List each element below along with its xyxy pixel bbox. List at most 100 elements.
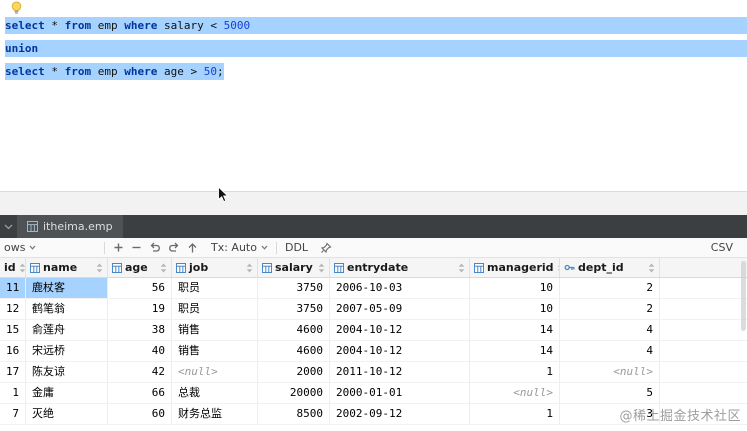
cell-age[interactable]: 40	[108, 341, 172, 361]
cell-dept_id[interactable]: 2	[560, 278, 660, 298]
column-header-name[interactable]: name	[26, 258, 108, 277]
submit-button[interactable]	[187, 242, 198, 254]
vertical-scrollbar[interactable]	[741, 261, 746, 331]
redo-button[interactable]	[168, 242, 180, 254]
sort-icon[interactable]	[318, 263, 325, 273]
cell-dept_id[interactable]: 4	[560, 341, 660, 361]
cell-entrydate[interactable]: 2000-01-01	[330, 383, 470, 403]
csv-label: CSV	[710, 241, 733, 254]
caret-down-icon	[29, 245, 36, 250]
column-label: dept_id	[578, 261, 624, 274]
column-label: managerid	[487, 261, 554, 274]
cell-entrydate[interactable]: 2004-10-12	[330, 341, 470, 361]
revert-button[interactable]	[149, 242, 161, 254]
cell-name[interactable]: 俞莲舟	[26, 320, 108, 340]
lightbulb-icon[interactable]	[10, 1, 23, 15]
sort-icon[interactable]	[458, 263, 465, 273]
cell-entrydate[interactable]: 2006-10-03	[330, 278, 470, 298]
page-size-dropdown[interactable]: ows	[4, 241, 96, 254]
watermark: @稀土掘金技术社区	[619, 409, 741, 424]
column-header-managerid[interactable]: managerid	[470, 258, 560, 277]
cell-age[interactable]: 66	[108, 383, 172, 403]
sort-icon[interactable]	[648, 263, 655, 273]
grid-header: id name age job salary entrydate managerid dept…	[0, 258, 747, 278]
cell-dept_id[interactable]: <null>	[560, 362, 660, 382]
cell-age[interactable]: 42	[108, 362, 172, 382]
cell-age[interactable]: 60	[108, 404, 172, 424]
cell-salary[interactable]: 4600	[258, 341, 330, 361]
cell-id[interactable]: 15	[0, 320, 26, 340]
column-header-age[interactable]: age	[108, 258, 172, 277]
cell-name[interactable]: 灭绝	[26, 404, 108, 424]
column-header-entrydate[interactable]: entrydate	[330, 258, 470, 277]
cell-name[interactable]: 鹿杖客	[26, 278, 108, 298]
cell-name[interactable]: 鹤笔翁	[26, 299, 108, 319]
cell-entrydate[interactable]: 2011-10-12	[330, 362, 470, 382]
cell-job[interactable]: 财务总监	[172, 404, 258, 424]
cell-job[interactable]: <null>	[172, 362, 258, 382]
cell-job[interactable]: 职员	[172, 299, 258, 319]
delete-row-button[interactable]	[131, 242, 142, 253]
cell-name[interactable]: 宋远桥	[26, 341, 108, 361]
sort-icon[interactable]	[19, 263, 25, 273]
cell-salary[interactable]: 20000	[258, 383, 330, 403]
cell-dept_id[interactable]: 5	[560, 383, 660, 403]
cell-salary[interactable]: 8500	[258, 404, 330, 424]
cell-name[interactable]: 陈友谅	[26, 362, 108, 382]
column-header-id[interactable]: id	[0, 258, 26, 277]
tab-result-itheima-emp[interactable]: itheima.emp	[17, 215, 123, 238]
cell-name[interactable]: 金庸	[26, 383, 108, 403]
editor-splitter[interactable]	[0, 191, 747, 215]
cell-salary[interactable]: 2000	[258, 362, 330, 382]
cell-managerid[interactable]: 14	[470, 341, 560, 361]
cell-managerid[interactable]: 1	[470, 404, 560, 424]
cell-job[interactable]: 总裁	[172, 383, 258, 403]
sort-icon[interactable]	[246, 263, 253, 273]
cell-entrydate[interactable]: 2004-10-12	[330, 320, 470, 340]
table-row: 16 宋远桥 40 销售 4600 2004-10-12 14 4	[0, 341, 747, 362]
cell-managerid[interactable]: 10	[470, 299, 560, 319]
ddl-button[interactable]: DDL	[285, 241, 308, 254]
code-line-text: select * from emp where age > 50;	[5, 63, 224, 80]
cell-id[interactable]: 11	[0, 278, 26, 298]
column-header-job[interactable]: job	[172, 258, 258, 277]
csv-dropdown[interactable]: CSV	[711, 241, 733, 254]
sort-icon[interactable]	[96, 263, 103, 273]
code-line[interactable]: select * from emp where salary < 5000	[0, 14, 747, 37]
cell-job[interactable]: 销售	[172, 341, 258, 361]
cell-age[interactable]: 56	[108, 278, 172, 298]
pin-icon[interactable]	[320, 241, 332, 254]
column-label: entrydate	[347, 261, 409, 274]
cell-id[interactable]: 16	[0, 341, 26, 361]
cell-entrydate[interactable]: 2002-09-12	[330, 404, 470, 424]
add-row-button[interactable]	[113, 242, 124, 253]
cell-job[interactable]: 职员	[172, 278, 258, 298]
cell-id[interactable]: 7	[0, 404, 26, 424]
cell-managerid[interactable]: 14	[470, 320, 560, 340]
chevron-down-icon[interactable]	[4, 224, 13, 230]
cell-age[interactable]: 19	[108, 299, 172, 319]
cell-salary[interactable]: 3750	[258, 299, 330, 319]
cell-id[interactable]: 17	[0, 362, 26, 382]
cell-dept_id[interactable]: 4	[560, 320, 660, 340]
cell-entrydate[interactable]: 2007-05-09	[330, 299, 470, 319]
column-header-dept_id[interactable]: dept_id	[560, 258, 660, 277]
column-header-salary[interactable]: salary	[258, 258, 330, 277]
cell-id[interactable]: 1	[0, 383, 26, 403]
cell-dept_id[interactable]: 2	[560, 299, 660, 319]
cell-job[interactable]: 销售	[172, 320, 258, 340]
cell-managerid[interactable]: 1	[470, 362, 560, 382]
cell-salary[interactable]: 3750	[258, 278, 330, 298]
sql-editor[interactable]: select * from emp where salary < 5000 uni…	[0, 0, 747, 191]
code-line[interactable]: union	[0, 37, 747, 60]
sort-icon[interactable]	[160, 263, 167, 273]
code-line[interactable]: select * from emp where age > 50;	[0, 60, 747, 83]
cell-managerid[interactable]: <null>	[470, 383, 560, 403]
tab-label: itheima.emp	[43, 220, 113, 233]
cell-managerid[interactable]: 10	[470, 278, 560, 298]
tx-mode-dropdown[interactable]: Tx: Auto	[211, 241, 268, 254]
table-row: 11 鹿杖客 56 职员 3750 2006-10-03 10 2	[0, 278, 747, 299]
cell-id[interactable]: 12	[0, 299, 26, 319]
cell-age[interactable]: 38	[108, 320, 172, 340]
cell-salary[interactable]: 4600	[258, 320, 330, 340]
